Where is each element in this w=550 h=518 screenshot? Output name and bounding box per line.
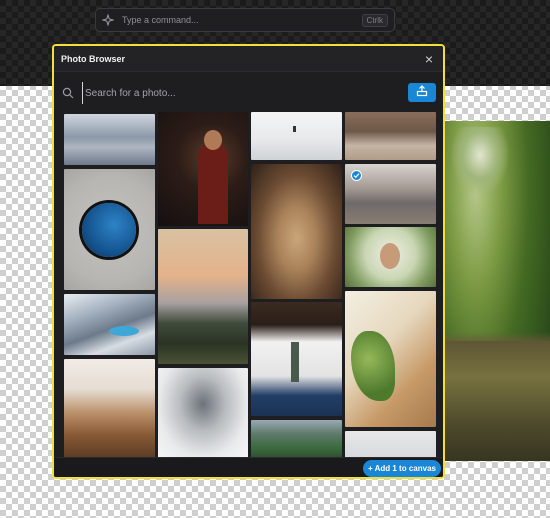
photo-green-valley[interactable]	[251, 420, 342, 457]
photo-browser-dialog: Photo Browser × Search for a photo... + …	[52, 44, 445, 479]
photo-ocean-waves[interactable]	[64, 114, 155, 165]
blue-circle-shape	[82, 203, 136, 257]
upload-icon	[416, 84, 428, 102]
search-row	[60, 82, 437, 104]
photo-mountain-dusk[interactable]	[158, 229, 248, 364]
face-shape	[380, 243, 400, 269]
figure-dot	[293, 126, 296, 132]
tie-shape	[291, 342, 299, 382]
photo-desert-hills-sunset[interactable]	[64, 359, 155, 457]
head-shape	[204, 130, 222, 150]
command-shortcut: Ctrlk	[361, 13, 388, 27]
sparkle-icon	[102, 13, 116, 27]
photo-person-white-shirt[interactable]	[251, 302, 342, 416]
plant-shape	[351, 331, 395, 401]
photo-plant-and-sun[interactable]	[345, 291, 436, 427]
photo-girl-flower-crown[interactable]	[345, 227, 436, 287]
close-icon[interactable]: ×	[422, 52, 436, 66]
photo-light-bottom-tile[interactable]	[345, 431, 436, 457]
search-icon	[62, 86, 76, 100]
search-input[interactable]	[82, 82, 437, 104]
figure-shape	[198, 144, 228, 224]
canvas-jungle-photo[interactable]	[444, 121, 550, 461]
lake-shape	[109, 326, 139, 336]
selected-check-icon	[351, 170, 362, 181]
dialog-header: Photo Browser ×	[54, 46, 443, 72]
command-placeholder: Type a command...	[122, 15, 199, 25]
photo-boots-on-rocks[interactable]	[345, 112, 436, 160]
photo-city-street-crowd[interactable]	[345, 164, 436, 224]
upload-button[interactable]	[408, 83, 436, 102]
photo-snow-field-figure[interactable]	[251, 112, 342, 160]
dialog-title: Photo Browser	[61, 53, 126, 64]
photo-grid	[62, 112, 442, 457]
photo-blue-circle-on-sand[interactable]	[64, 169, 155, 290]
photo-misty-peak[interactable]	[158, 368, 248, 457]
command-bar[interactable]: Type a command... Ctrlk	[95, 8, 395, 32]
photo-lioness-portrait[interactable]	[251, 164, 342, 299]
photo-alpine-lake-aerial[interactable]	[64, 294, 155, 355]
photo-woman-silhouette[interactable]	[158, 112, 248, 226]
add-to-canvas-button[interactable]: + Add 1 to canvas	[363, 460, 441, 477]
